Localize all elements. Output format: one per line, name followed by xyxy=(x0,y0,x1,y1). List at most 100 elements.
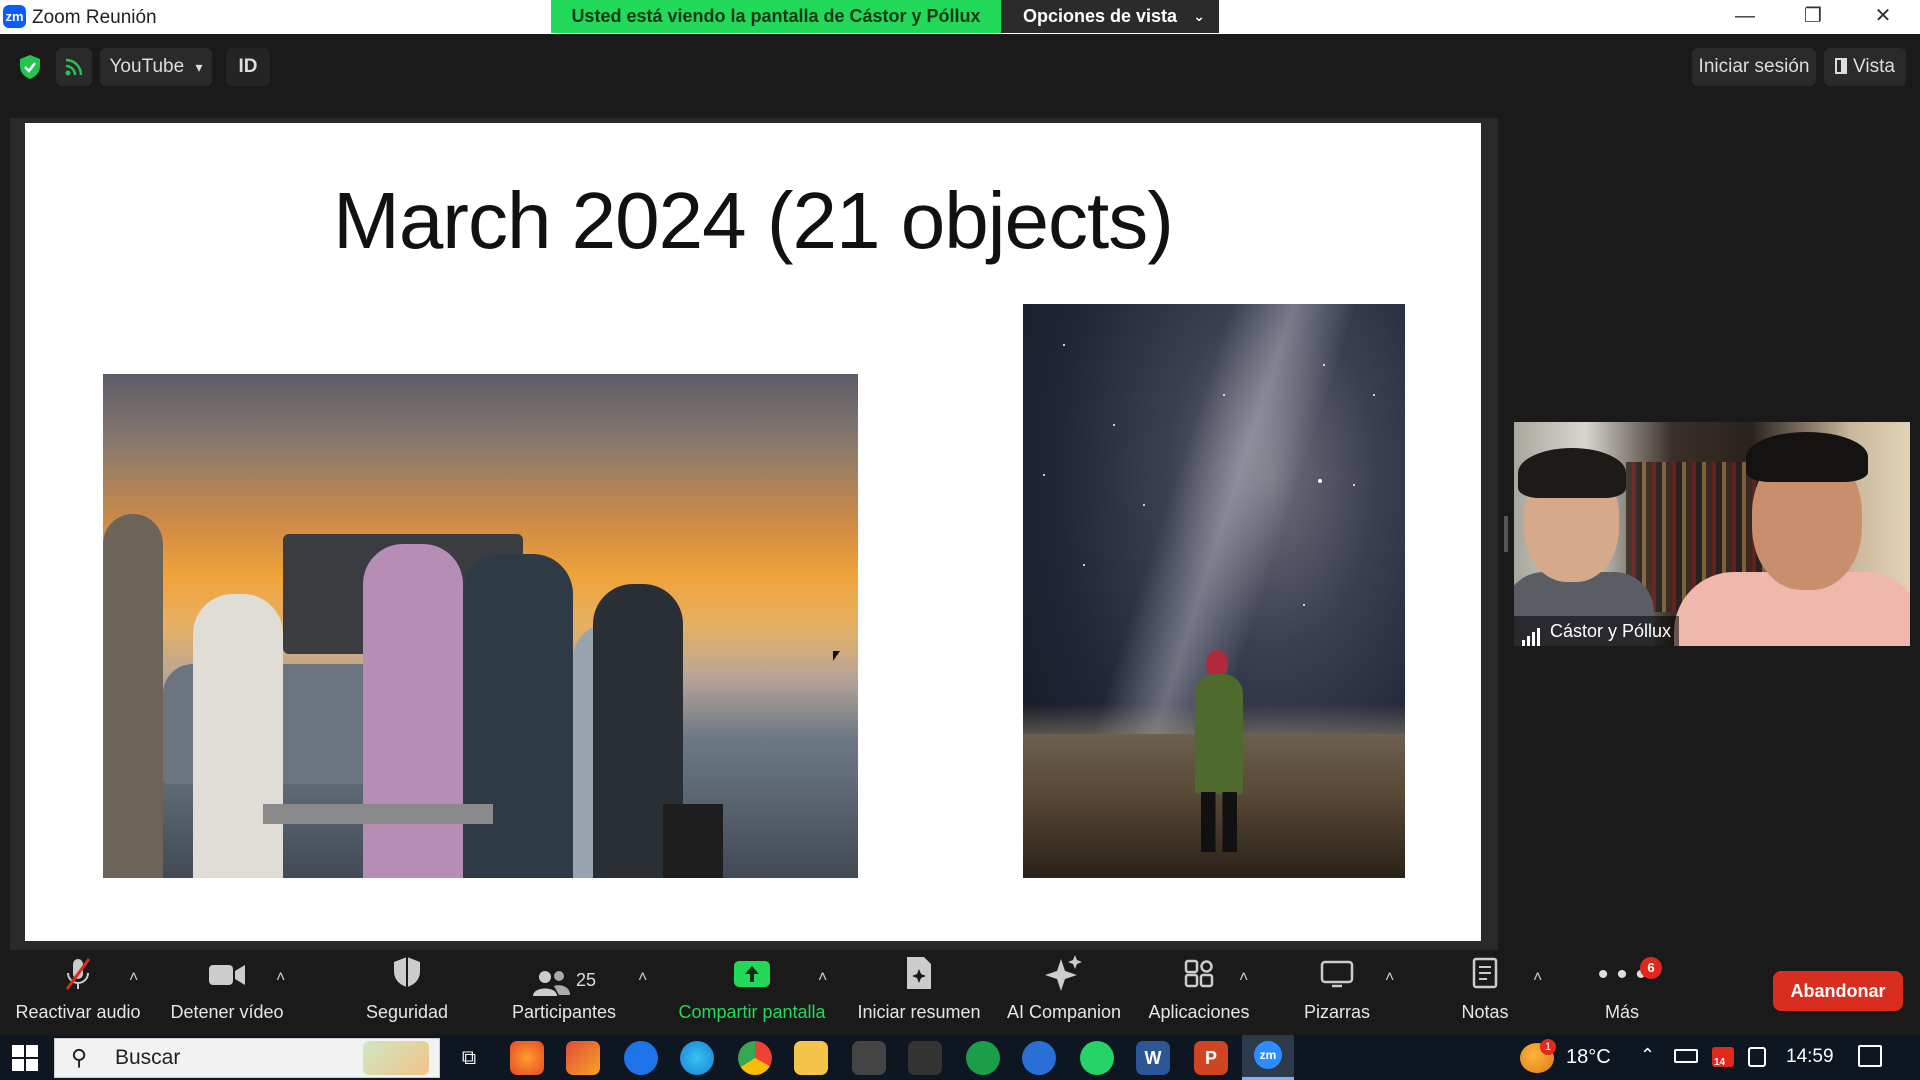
apps-button[interactable]: Aplicaciones xyxy=(1144,955,1254,1035)
search-placeholder: Buscar xyxy=(115,1046,181,1069)
participants-options-caret[interactable]: ˄ xyxy=(638,969,647,987)
mouse-cursor-icon xyxy=(833,651,840,661)
stop-video-button[interactable]: Detener vídeo xyxy=(164,955,290,1035)
participant-left-hair xyxy=(1518,448,1626,498)
teamviewer-icon[interactable] xyxy=(624,1041,658,1075)
windows-start-icon[interactable] xyxy=(12,1045,38,1071)
window-title: Zoom Reunión xyxy=(32,7,157,28)
app-icon[interactable] xyxy=(852,1041,886,1075)
apps-label: Aplicaciones xyxy=(1148,1002,1250,1022)
summary-icon xyxy=(852,955,986,999)
person-silhouette xyxy=(463,554,573,878)
view-options-label: Opciones de vista xyxy=(1023,6,1178,26)
participants-count: 25 xyxy=(575,970,597,990)
view-layout-icon xyxy=(1835,58,1848,74)
share-screen-label: Compartir pantalla xyxy=(678,1002,826,1022)
ai-companion-button[interactable]: AI Companion xyxy=(1002,955,1126,1035)
mic-muted-icon xyxy=(10,955,146,999)
restore-button[interactable]: ❐ xyxy=(1778,0,1848,34)
sign-in-button[interactable]: Iniciar sesión xyxy=(1692,48,1816,86)
chrome-icon[interactable] xyxy=(738,1041,772,1075)
security-label: Seguridad xyxy=(365,1002,449,1022)
close-button[interactable]: ✕ xyxy=(1848,0,1918,34)
meeting-id-button[interactable]: ID xyxy=(226,48,270,86)
taskbar-search-box[interactable]: ⚲ Buscar xyxy=(54,1038,440,1078)
encryption-shield-icon[interactable] xyxy=(14,48,46,86)
share-screen-button[interactable]: Compartir pantalla xyxy=(670,955,834,1035)
person-silhouette xyxy=(193,594,283,878)
live-stream-icon[interactable] xyxy=(56,48,92,86)
whiteboards-button[interactable]: Pizarras xyxy=(1292,955,1382,1035)
notes-label: Notas xyxy=(1461,1002,1509,1022)
firefox-icon[interactable] xyxy=(510,1041,544,1075)
milky-way-photo xyxy=(1023,304,1405,878)
caret-down-icon: ▾ xyxy=(195,59,203,75)
sparkle-icon xyxy=(1002,955,1126,999)
file-explorer-icon[interactable] xyxy=(794,1041,828,1075)
view-label: Vista xyxy=(1853,56,1895,77)
signal-strength-icon xyxy=(1522,616,1542,646)
participants-label: Participantes xyxy=(511,1002,617,1022)
weather-badge: 1 xyxy=(1540,1039,1556,1055)
participant-name-label: Cástor y Póllux xyxy=(1514,616,1680,646)
folding-table xyxy=(263,804,493,824)
battery-icon[interactable] xyxy=(1674,1049,1698,1063)
sunset-group-photo xyxy=(103,374,858,878)
unmute-audio-label: Reactivar audio xyxy=(15,1002,141,1022)
word-icon[interactable]: W xyxy=(1136,1041,1170,1075)
panel-resize-handle[interactable] xyxy=(1504,516,1508,552)
task-view-icon[interactable]: ⧉ xyxy=(452,1041,486,1075)
person-silhouette xyxy=(363,544,463,878)
apps-options-caret[interactable]: ˄ xyxy=(1239,969,1248,987)
youtube-dropdown[interactable]: YouTube ▾ xyxy=(100,48,212,86)
app-icon[interactable] xyxy=(908,1041,942,1075)
notes-icon xyxy=(1440,955,1530,999)
participant-name: Cástor y Póllux xyxy=(1550,621,1672,641)
app-icon[interactable] xyxy=(966,1041,1000,1075)
notes-options-caret[interactable]: ˄ xyxy=(1533,969,1542,987)
view-options-button[interactable]: Opciones de vista ⌄ xyxy=(1001,0,1219,33)
calendar-badge: 14 xyxy=(1714,1057,1726,1068)
stop-video-label: Detener vídeo xyxy=(170,1002,284,1022)
notes-button[interactable]: Notas xyxy=(1440,955,1530,1035)
whiteboards-options-caret[interactable]: ˄ xyxy=(1385,969,1394,987)
slide-title: March 2024 (21 objects) xyxy=(333,176,1174,265)
whiteboard-icon xyxy=(1292,955,1382,999)
more-label: Más xyxy=(1604,1002,1639,1022)
app-icon[interactable] xyxy=(566,1041,600,1075)
edge-icon[interactable] xyxy=(680,1041,714,1075)
share-banner: Usted está viendo la pantalla de Cástor … xyxy=(551,0,1001,33)
share-screen-icon xyxy=(670,955,834,999)
zoom-taskbar-icon[interactable]: zm xyxy=(1242,1035,1294,1080)
view-button[interactable]: Vista xyxy=(1824,48,1906,86)
participants-button[interactable]: 25 Participantes xyxy=(502,955,626,1035)
powerpoint-icon[interactable]: P xyxy=(1194,1041,1228,1075)
start-summary-button[interactable]: Iniciar resumen xyxy=(852,955,986,1035)
participant-video-tile[interactable]: Cástor y Póllux xyxy=(1514,422,1910,646)
app-icon[interactable] xyxy=(1022,1041,1056,1075)
apps-icon xyxy=(1144,955,1254,999)
start-summary-label: Iniciar resumen xyxy=(857,1002,981,1022)
audio-options-caret[interactable]: ˄ xyxy=(129,969,138,987)
minimize-button[interactable]: — xyxy=(1710,0,1780,34)
shield-icon xyxy=(350,955,464,999)
shared-slide: March 2024 (21 objects) xyxy=(25,123,1481,941)
chevron-up-icon[interactable]: ⌃ xyxy=(1640,1045,1655,1066)
youtube-label: YouTube xyxy=(109,56,185,77)
notification-center-icon[interactable] xyxy=(1858,1045,1882,1067)
video-options-caret[interactable]: ˄ xyxy=(276,969,285,987)
participant-right-hair xyxy=(1746,432,1868,482)
unmute-audio-button[interactable]: Reactivar audio xyxy=(10,955,146,1035)
leave-meeting-button[interactable]: Abandonar xyxy=(1773,971,1903,1011)
zoom-logo-icon: zm xyxy=(3,5,26,28)
chevron-down-icon: ⌄ xyxy=(1193,8,1205,24)
video-camera-icon xyxy=(164,955,290,999)
person-silhouette xyxy=(103,514,163,878)
notification-badge: 6 xyxy=(1640,957,1662,979)
network-icon[interactable] xyxy=(1748,1047,1766,1067)
share-options-caret[interactable]: ˄ xyxy=(818,969,827,987)
whatsapp-icon[interactable] xyxy=(1080,1041,1114,1075)
green-coat-figure xyxy=(1195,674,1243,794)
search-highlight-image xyxy=(363,1041,429,1075)
security-button[interactable]: Seguridad xyxy=(350,955,464,1035)
